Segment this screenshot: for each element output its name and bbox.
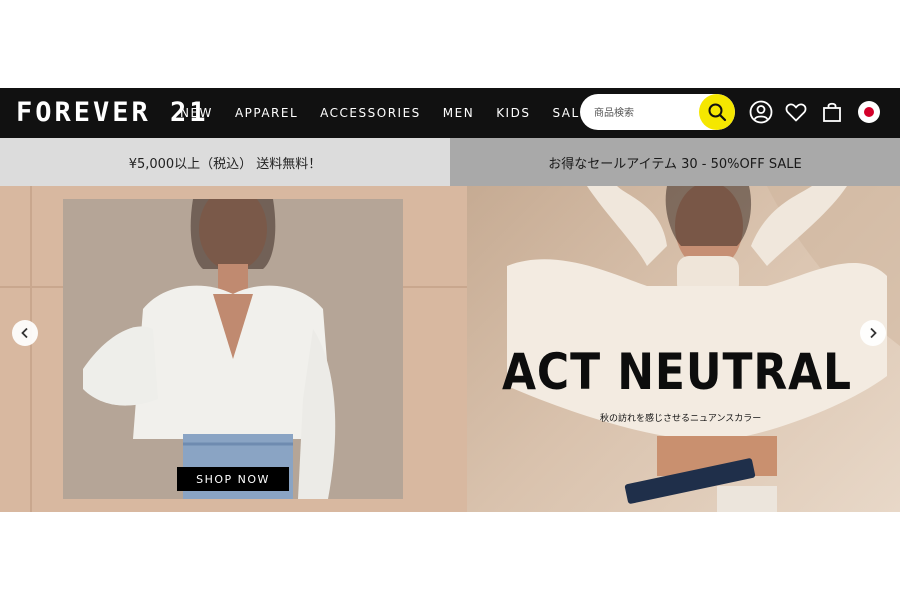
wall-seam-vertical bbox=[30, 186, 32, 512]
free-shipping-banner[interactable]: ¥5,000以上（税込） 送料無料！ bbox=[0, 138, 450, 186]
hero-carousel: SHOP NOW ACT NEUTRAL 秋の訪れを感じさせるニュアンスカラー bbox=[0, 186, 900, 512]
search-box bbox=[580, 94, 735, 130]
sale-banner[interactable]: お得なセールアイテム 30 - 50%OFF SALE bbox=[450, 138, 900, 186]
hero-subheadline: 秋の訪れを感じさせるニュアンスカラー bbox=[600, 414, 762, 424]
nav-item-new[interactable]: NEW bbox=[180, 106, 213, 120]
site-header: FOREVER 21 NEW APPAREL ACCESSORIES MEN K… bbox=[0, 88, 900, 138]
search-button[interactable] bbox=[699, 94, 735, 130]
account-icon[interactable] bbox=[749, 100, 773, 124]
search-input[interactable] bbox=[592, 94, 701, 130]
nav-item-apparel[interactable]: APPAREL bbox=[235, 106, 298, 120]
japan-flag-icon[interactable] bbox=[857, 100, 881, 124]
nav-item-men[interactable]: MEN bbox=[443, 106, 474, 120]
carousel-prev-button[interactable] bbox=[12, 320, 38, 346]
hero-slide-left bbox=[0, 186, 467, 512]
main-nav: NEW APPAREL ACCESSORIES MEN KIDS SALE bbox=[180, 88, 611, 138]
shop-now-button[interactable]: SHOP NOW bbox=[177, 467, 289, 491]
nav-item-accessories[interactable]: ACCESSORIES bbox=[320, 106, 421, 120]
hero-headline: ACT NEUTRAL bbox=[502, 343, 852, 401]
model-photo bbox=[63, 199, 403, 499]
bag-icon[interactable] bbox=[820, 100, 844, 124]
model-white-blazer-image bbox=[63, 199, 403, 499]
heart-icon[interactable] bbox=[784, 100, 808, 124]
sale-banner-text: お得なセールアイテム 30 - 50%OFF SALE bbox=[548, 156, 802, 172]
search-icon bbox=[708, 103, 727, 122]
nav-item-kids[interactable]: KIDS bbox=[496, 106, 530, 120]
free-shipping-text: ¥5,000以上（税込） 送料無料！ bbox=[128, 156, 322, 172]
chevron-right-icon bbox=[870, 327, 877, 339]
carousel-next-button[interactable] bbox=[860, 320, 886, 346]
chevron-left-icon bbox=[21, 327, 28, 339]
